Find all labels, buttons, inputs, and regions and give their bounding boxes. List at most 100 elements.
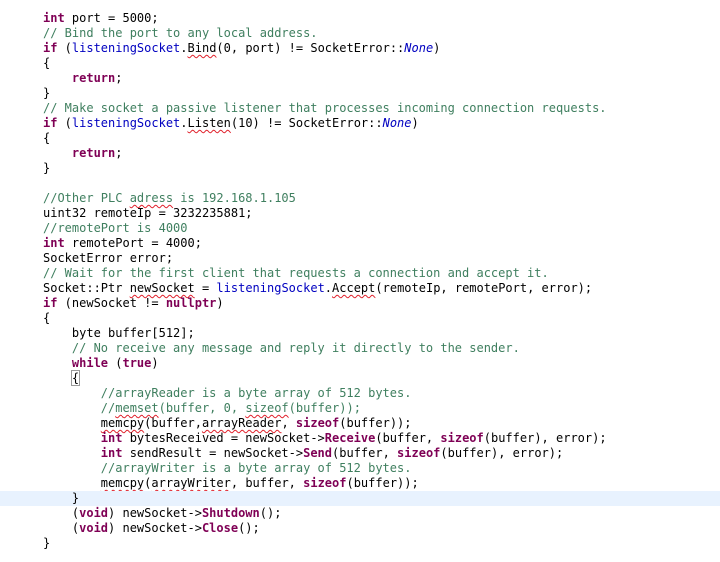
code-token: memcpy [100, 476, 145, 490]
code-line[interactable]: } [0, 491, 720, 506]
code-token: None [382, 116, 412, 130]
code-line[interactable]: (void) newSocket->Shutdown(); [0, 506, 720, 521]
code-token: ) newSocket-> [108, 506, 202, 520]
code-line[interactable]: { [0, 56, 720, 71]
code-token: is 192.168.1.105 [173, 191, 296, 205]
code-line[interactable]: byte buffer[512]; [0, 326, 720, 341]
code-token: (buffer, [332, 446, 398, 460]
code-line[interactable]: // Wait for the first client that reques… [0, 266, 720, 281]
code-token: int [100, 446, 123, 460]
code-line[interactable]: (void) newSocket->Close(); [0, 521, 720, 536]
code-line[interactable]: int bytesReceived = newSocket->Receive(b… [0, 431, 720, 446]
code-token: Socket::Ptr [43, 281, 130, 295]
code-token: SocketError error; [43, 251, 174, 265]
code-token: (buffer)); [288, 401, 361, 415]
code-token: (buffer, [144, 416, 202, 430]
code-token: // Bind the port to any local address. [43, 26, 318, 40]
code-token: return [71, 71, 116, 85]
code-line[interactable]: { [0, 370, 720, 386]
code-token: { [43, 311, 51, 325]
code-token: ) [151, 356, 159, 370]
code-token: ( [43, 521, 80, 535]
code-token: bytesReceived = newSocket-> [122, 431, 325, 445]
code-token: (10) != SocketError:: [230, 116, 383, 130]
code-token: listeningSocket [71, 116, 181, 130]
code-line[interactable]: } [0, 161, 720, 176]
code-token: ( [108, 356, 123, 370]
code-token: . [180, 116, 188, 130]
code-line[interactable] [0, 176, 720, 191]
code-token: newSocket [129, 281, 195, 295]
code-token: //remotePort is 4000 [43, 221, 188, 235]
code-token: byte buffer[512]; [43, 326, 195, 340]
code-line[interactable]: //Other PLC adress is 192.168.1.105 [0, 191, 720, 206]
code-line[interactable]: // Make socket a passive listener that p… [0, 101, 720, 116]
code-line[interactable]: int port = 5000; [0, 11, 720, 26]
code-token: Listen [187, 116, 231, 130]
code-line[interactable]: // Bind the port to any local address. [0, 26, 720, 41]
code-token: . [324, 281, 333, 295]
code-line[interactable]: //arrayWriter is a byte array of 512 byt… [0, 461, 720, 476]
code-line[interactable]: return; [0, 146, 720, 161]
code-token: // Make socket a passive listener that p… [43, 101, 607, 115]
code-token: sizeof [303, 476, 347, 490]
code-line[interactable]: int remotePort = 4000; [0, 236, 720, 251]
code-line[interactable]: //memset(buffer, 0, sizeof(buffer)); [0, 401, 720, 416]
code-line[interactable]: uint32 remoteIp = 3232235881; [0, 206, 720, 221]
code-token: ) [411, 116, 419, 130]
code-token: (); [238, 521, 260, 535]
code-token: nullptr [165, 296, 217, 310]
code-token: ) [433, 41, 441, 55]
code-editor[interactable]: int port = 5000;// Bind the port to any … [0, 11, 720, 551]
code-token: //arrayReader is a byte array of 512 byt… [100, 386, 412, 400]
code-token: // Wait for the first client that reques… [43, 266, 549, 280]
code-line[interactable]: if (newSocket != nullptr) [0, 296, 720, 311]
code-line[interactable]: { [0, 311, 720, 326]
code-line[interactable]: { [0, 131, 720, 146]
code-token: Close [201, 521, 239, 535]
code-token: sizeof [245, 401, 289, 415]
code-token: (buffer)); [339, 416, 412, 430]
code-token: (buffer, 0, [158, 401, 246, 415]
code-line[interactable]: } [0, 86, 720, 101]
code-line[interactable]: return; [0, 71, 720, 86]
code-line[interactable]: SocketError error; [0, 251, 720, 266]
code-token: ; [115, 146, 123, 160]
code-token: void [79, 506, 109, 520]
code-token: if [43, 296, 58, 310]
code-line[interactable]: memcpy(arrayWriter, buffer, sizeof(buffe… [0, 476, 720, 491]
code-token: } [43, 86, 51, 100]
code-line[interactable]: memcpy(buffer,arrayReader, sizeof(buffer… [0, 416, 720, 431]
code-token: int [100, 431, 123, 445]
code-token: sizeof [397, 446, 441, 460]
code-line[interactable]: if (listeningSocket.Listen(10) != Socket… [0, 116, 720, 131]
code-token: //arrayWriter is a byte array of 512 byt… [100, 461, 412, 475]
code-token: { [43, 56, 51, 70]
code-line[interactable]: Socket::Ptr newSocket = listeningSocket.… [0, 281, 720, 296]
code-line[interactable]: // No receive any message and reply it d… [0, 341, 720, 356]
code-token: Accept [332, 281, 376, 295]
code-token: return [71, 146, 116, 160]
code-token: listeningSocket [71, 41, 181, 55]
code-token: port = 5000; [64, 11, 159, 25]
code-token: ) [216, 296, 224, 310]
code-token: //Other PLC [43, 191, 130, 205]
code-token: void [79, 521, 109, 535]
code-line[interactable]: if (listeningSocket.Bind(0, port) != Soc… [0, 41, 720, 56]
code-token: Bind [187, 41, 217, 55]
code-token: , [281, 416, 296, 430]
code-line[interactable]: int sendResult = newSocket->Send(buffer,… [0, 446, 720, 461]
code-line[interactable]: //arrayReader is a byte array of 512 byt… [0, 386, 720, 401]
code-token: while [71, 356, 109, 370]
code-token: memset [115, 401, 159, 415]
code-token: int [43, 11, 65, 25]
code-line[interactable]: while (true) [0, 356, 720, 371]
code-token: // No receive any message and reply it d… [71, 341, 520, 355]
code-token: (buffer), error); [440, 446, 564, 460]
code-token: (buffer, [375, 431, 441, 445]
code-line[interactable]: } [0, 536, 720, 551]
code-line[interactable]: //remotePort is 4000 [0, 221, 720, 236]
